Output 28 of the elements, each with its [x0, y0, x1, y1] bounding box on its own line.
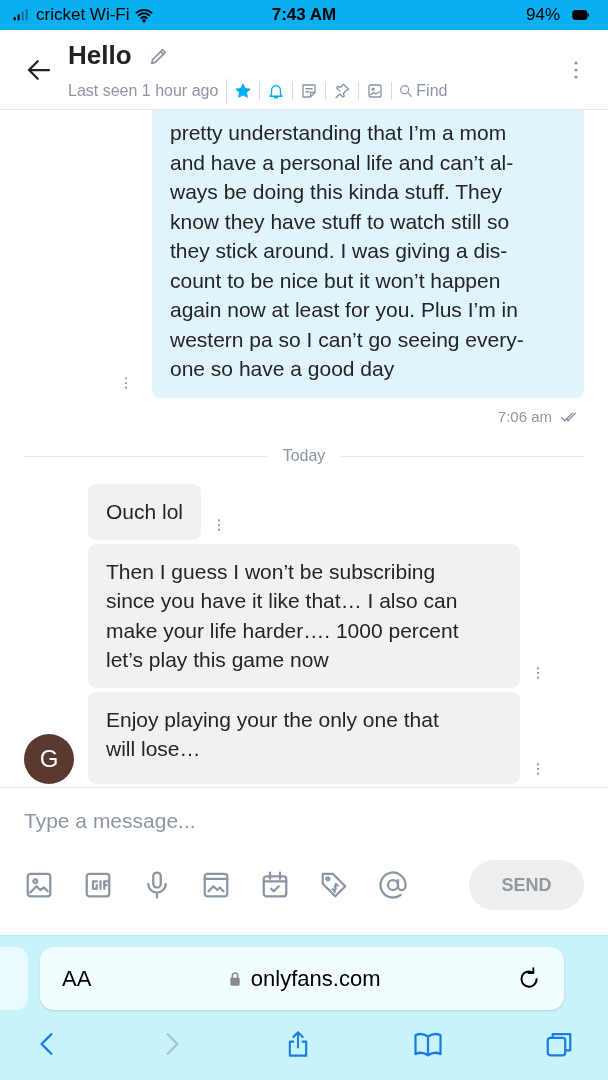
- message-bubble: Ouch lol: [88, 484, 202, 540]
- address-bar[interactable]: AA onlyfans.com: [40, 947, 564, 1010]
- message-bubble: Enjoy playing your the only one that will lose…: [88, 691, 520, 784]
- bell-icon[interactable]: [267, 82, 286, 100]
- carrier-name: cricket Wi-Fi: [36, 4, 130, 27]
- date-divider-label: Today: [282, 446, 326, 466]
- star-icon[interactable]: [234, 82, 253, 100]
- pin-icon[interactable]: [333, 82, 352, 100]
- image-icon[interactable]: [366, 82, 385, 100]
- last-seen-text: Last seen 1 hour ago: [68, 79, 228, 103]
- url-text: onlyfans.com: [250, 965, 381, 993]
- chat-title: Hello: [68, 39, 132, 72]
- image-icon[interactable]: [24, 870, 54, 900]
- at-sign-icon[interactable]: [378, 870, 408, 900]
- message-input[interactable]: Type a message...: [24, 806, 584, 836]
- text-size-button[interactable]: AA: [62, 962, 92, 995]
- gallery-icon[interactable]: [201, 870, 231, 900]
- gif-icon[interactable]: [83, 870, 113, 900]
- message-bubble: pretty understanding that I’m a mom and have a personal life and can’t al- ways be doing this kinda stuff. They know they have stuff to watch still so they stick around. I was giving a dis- count to be nice but it won’t happen again now at least for you. Plus I’m in western pa so I can’t go seeing every- one so have a good day: [152, 110, 584, 398]
- price-tag-icon[interactable]: [319, 870, 349, 900]
- note-icon[interactable]: [300, 82, 319, 100]
- calendar-icon[interactable]: [260, 870, 290, 900]
- clock: 7:43 AM: [270, 4, 338, 27]
- message-bubble: Then I guess I won’t be subscribing since you have it like that… I also can make your life harder…. 1000 percent let’s play this game now: [88, 543, 520, 688]
- message-time: 7:06 am: [497, 406, 552, 427]
- avatar[interactable]: G: [24, 733, 74, 784]
- search-icon: [398, 83, 415, 99]
- battery-percent: 94%: [525, 4, 560, 27]
